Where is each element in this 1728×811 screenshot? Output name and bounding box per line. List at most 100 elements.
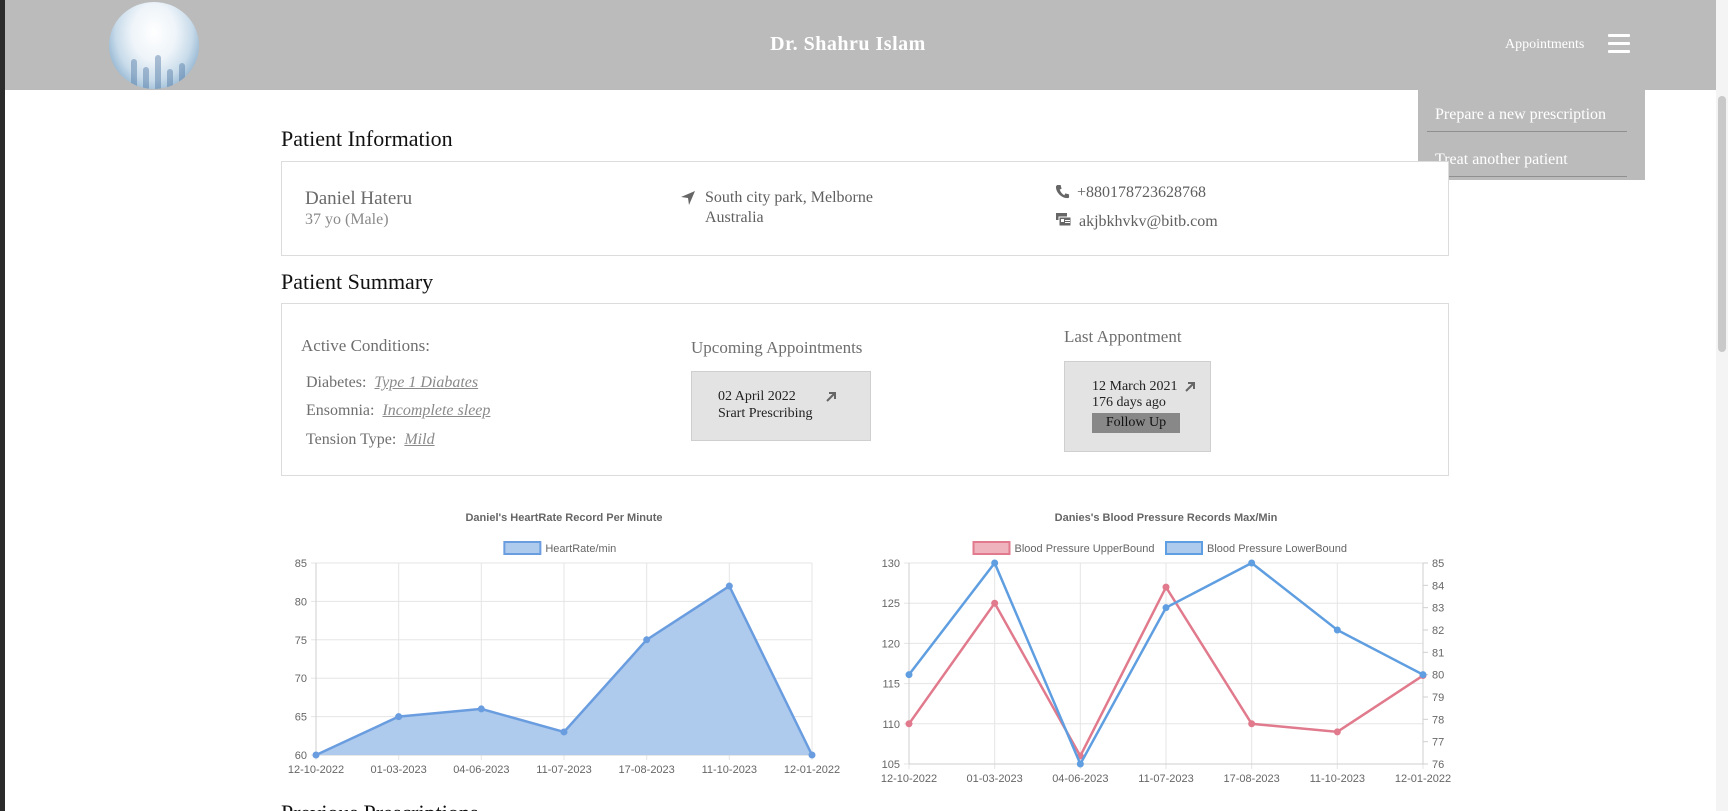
condition-row-diabetes: Diabetes: Type 1 Diabates (306, 374, 478, 392)
upcoming-appointment-date: 02 April 2022 (718, 389, 796, 404)
patient-summary-heading: Patient Summary (281, 269, 434, 294)
legend-swatch (972, 541, 1011, 555)
chart-title: Danies's Blood Pressure Records Max/Min (1055, 512, 1278, 524)
x-tick-label: 11-10-2023 (702, 764, 757, 776)
last-appointment-title: Last Appontment (1064, 327, 1182, 346)
data-point (991, 599, 999, 607)
data-point (1248, 720, 1256, 728)
patient-information-heading: Patient Information (281, 126, 453, 151)
patient-email: akjbkhvkv@bitb.com (1079, 213, 1218, 230)
data-point (1076, 760, 1084, 768)
hamburger-icon[interactable] (1608, 34, 1630, 54)
upcoming-appointment-note: Srart Prescribing (718, 406, 813, 421)
x-tick-label: 17-08-2023 (1224, 773, 1280, 785)
y-tick-label: 115 (882, 679, 900, 691)
blood-pressure-chart: Danies's Blood Pressure Records Max/Min B… (881, 512, 1451, 785)
y-tick-label: 85 (295, 558, 307, 570)
chart-title: Daniel's HeartRate Record Per Minute (465, 512, 662, 524)
page-viewport: Dr. Shahru Islam Appointments Prepare a … (5, 0, 1728, 811)
x-tick-label: 11-10-2023 (1310, 773, 1365, 785)
x-tick-label: 01-03-2023 (967, 773, 1023, 785)
legend-label: Blood Pressure UpperBound (1015, 543, 1155, 555)
y-tick-label: 70 (295, 673, 307, 685)
follow-up-button[interactable]: Follow Up (1092, 413, 1180, 433)
y2-tick-label: 77 (1432, 737, 1444, 749)
condition-row-tension-type: Tension Type: Mild (306, 431, 435, 449)
previous-prescriptions-heading: Previous Prescriptions (281, 800, 478, 811)
id-card-icon (1056, 213, 1072, 227)
y2-tick-label: 78 (1432, 714, 1444, 726)
x-tick-label: 12-01-2022 (1395, 773, 1451, 785)
upcoming-appointments-title: Upcoming Appointments (691, 338, 863, 357)
location-arrow-icon (681, 191, 695, 205)
y2-tick-label: 82 (1432, 625, 1444, 637)
x-tick-label: 12-10-2022 (881, 773, 937, 785)
condition-value-link[interactable]: Type 1 Diabates (374, 374, 478, 391)
data-point (1419, 671, 1427, 679)
condition-row-ensomnia: Ensomnia: Incomplete sleep (306, 402, 490, 420)
appointments-link[interactable]: Appointments (1505, 37, 1584, 53)
doctor-name-title: Dr. Shahru Islam (770, 33, 926, 55)
data-point (1248, 559, 1256, 567)
patient-information-card: Daniel Hateru 37 yo (Male) South city pa… (281, 161, 1449, 256)
y-tick-label: 130 (882, 558, 900, 570)
data-point (395, 713, 403, 721)
y2-tick-label: 81 (1432, 647, 1444, 659)
x-tick-label: 17-08-2023 (619, 764, 675, 776)
patient-summary-card: Active Conditions: Diabetes: Type 1 Diaba… (281, 303, 1449, 476)
last-appointment-date: 12 March 2021 (1092, 379, 1178, 394)
x-tick-label: 04-06-2023 (453, 764, 509, 776)
last-appointment-days-ago: 176 days ago (1092, 395, 1166, 410)
y2-tick-label: 80 (1432, 670, 1444, 682)
treat-another-patient-menu-item[interactable]: Treat another patient (1427, 151, 1627, 177)
phone-icon (1055, 184, 1070, 199)
y-tick-label: 105 (882, 759, 900, 771)
data-point (905, 671, 913, 679)
y-tick-label: 125 (882, 598, 900, 610)
heart-rate-chart: Daniel's HeartRate Record Per Minute Hear… (288, 512, 840, 776)
condition-value-link[interactable]: Incomplete sleep (382, 402, 490, 419)
y-tick-label: 80 (295, 596, 307, 608)
page-scrollbar[interactable] (1716, 0, 1728, 811)
patient-address-line1: South city park, Melborne (705, 189, 873, 206)
upcoming-appointment-card[interactable]: 02 April 2022 Srart Prescribing (691, 371, 871, 441)
condition-label: Diabetes: (306, 374, 367, 391)
x-tick-label: 04-06-2023 (1052, 773, 1108, 785)
patient-age-gender: 37 yo (Male) (305, 211, 389, 228)
x-tick-label: 12-10-2022 (288, 764, 344, 776)
condition-label: Tension Type: (306, 431, 397, 448)
data-point (1333, 728, 1341, 736)
arrow-up-right-icon[interactable] (1183, 380, 1197, 394)
nav-dropdown-menu: Prepare a new prescription Treat another… (1418, 90, 1645, 180)
legend-label: HeartRate/min (545, 543, 616, 555)
data-point (560, 728, 568, 736)
condition-value-link[interactable]: Mild (404, 431, 434, 448)
data-point (1162, 604, 1170, 612)
data-point (991, 559, 999, 567)
active-conditions-title: Active Conditions: (301, 336, 430, 355)
arrow-up-right-icon[interactable] (824, 390, 838, 404)
top-navbar: Dr. Shahru Islam Appointments (5, 0, 1728, 90)
scrollbar-thumb[interactable] (1718, 96, 1726, 352)
prepare-prescription-menu-item[interactable]: Prepare a new prescription (1427, 106, 1627, 132)
patient-phone: +880178723628768 (1077, 184, 1207, 201)
y2-tick-label: 79 (1432, 692, 1444, 704)
x-tick-label: 11-07-2023 (1138, 773, 1193, 785)
data-point (1162, 583, 1170, 591)
y-tick-label: 60 (295, 750, 307, 762)
y2-tick-label: 84 (1432, 580, 1444, 592)
legend-swatch (503, 541, 542, 555)
y2-tick-label: 83 (1432, 603, 1444, 615)
data-point (643, 636, 651, 644)
last-appointment-card: 12 March 2021 176 days ago Follow Up (1064, 361, 1211, 452)
patient-address-line2: Australia (705, 209, 764, 226)
y-tick-label: 120 (882, 638, 900, 650)
y-tick-label: 75 (295, 635, 307, 647)
y2-tick-label: 76 (1432, 759, 1444, 771)
data-point (808, 751, 816, 759)
x-tick-label: 01-03-2023 (371, 764, 427, 776)
data-point (905, 720, 913, 728)
x-tick-label: 11-07-2023 (536, 764, 591, 776)
data-point (1333, 626, 1341, 634)
legend-swatch (1165, 541, 1203, 555)
